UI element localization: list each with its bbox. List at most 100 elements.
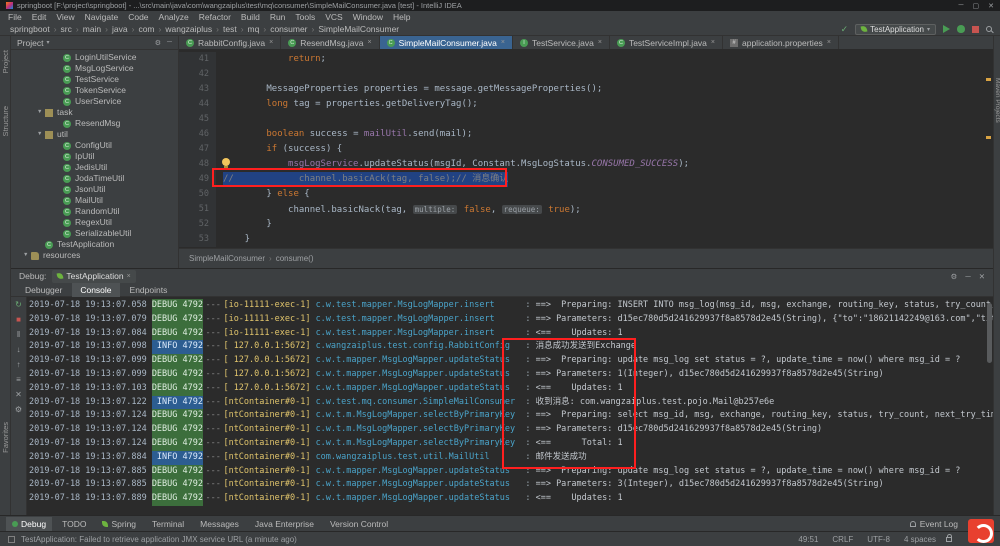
rerun-button[interactable]: ↻ — [15, 301, 22, 309]
project-tree-item[interactable]: SerializableUtil — [11, 228, 178, 239]
code-line[interactable]: 50 } else { — [179, 187, 993, 202]
debug-view-tab[interactable]: Console — [72, 283, 119, 297]
code-line[interactable]: 47 if (success) { — [179, 142, 993, 157]
tool-window-stripe-button[interactable]: Project — [1, 50, 10, 73]
close-tab-icon[interactable]: × — [368, 39, 372, 46]
editor-tab[interactable]: TestServiceImpl.java× — [610, 36, 723, 49]
maximize-button[interactable]: ▢ — [973, 2, 980, 10]
breadcrumb-item[interactable]: src — [50, 24, 72, 34]
menu-item[interactable]: VCS — [325, 12, 342, 22]
close-panel-icon[interactable]: ✕ — [979, 272, 985, 281]
code-line[interactable]: 52 } — [179, 217, 993, 232]
tool-window-button[interactable]: Terminal — [146, 517, 190, 531]
menu-item[interactable]: Build — [241, 12, 260, 22]
project-tree-item[interactable]: RandomUtil — [11, 206, 178, 217]
intention-bulb-icon[interactable] — [222, 158, 230, 166]
project-tree-item[interactable]: task — [11, 107, 178, 118]
tool-window-button[interactable]: Spring — [96, 517, 142, 531]
tool-window-button[interactable]: Debug — [6, 517, 52, 531]
expand-arrow-icon[interactable] — [23, 250, 31, 261]
project-tree-item[interactable]: ResendMsg — [11, 118, 178, 129]
editor-breadcrumb-item[interactable]: SimpleMailConsumer — [189, 254, 265, 263]
breadcrumb-item[interactable]: SimpleMailConsumer — [308, 24, 400, 34]
breadcrumb-item[interactable]: main — [72, 24, 101, 34]
lock-icon[interactable] — [946, 537, 952, 542]
tool-window-button[interactable]: Version Control — [324, 517, 394, 531]
menu-item[interactable]: Navigate — [85, 12, 119, 22]
settings-gear-icon[interactable]: ⚙ — [951, 272, 958, 281]
tool-window-button[interactable]: Java Enterprise — [249, 517, 320, 531]
settings-gear-icon[interactable]: ⚙ — [155, 39, 161, 47]
tool-window-switcher-icon[interactable] — [8, 536, 15, 543]
run-button[interactable] — [943, 25, 950, 33]
editor-breadcrumb-item[interactable]: consume() — [265, 254, 313, 263]
clear-all-button[interactable]: ✕ — [15, 391, 22, 399]
breadcrumb-item[interactable]: java — [101, 24, 127, 34]
run-config-selector[interactable]: TestApplication▾ — [855, 24, 936, 35]
editor-tab[interactable]: TestService.java× — [513, 36, 610, 49]
editor-tab[interactable]: SimpleMailConsumer.java× — [380, 36, 513, 49]
debug-view-tab[interactable]: Endpoints — [122, 283, 176, 297]
menu-item[interactable]: Help — [393, 12, 410, 22]
code-line[interactable]: 45 — [179, 112, 993, 127]
tool-window-button[interactable]: TODO — [56, 517, 92, 531]
stop-button[interactable] — [972, 26, 979, 33]
debug-session-tab[interactable]: TestApplication× — [52, 270, 135, 283]
menu-item[interactable]: View — [56, 12, 74, 22]
editor-tab[interactable]: ResendMsg.java× — [281, 36, 379, 49]
code-line[interactable]: 43 MessageProperties properties = messag… — [179, 82, 993, 97]
menu-item[interactable]: Refactor — [199, 12, 231, 22]
status-widget[interactable]: 49:51 — [798, 535, 818, 544]
close-tab-icon[interactable]: × — [711, 39, 715, 46]
chevron-down-icon[interactable]: ▾ — [46, 39, 49, 46]
project-tree-item[interactable]: MailUtil — [11, 195, 178, 206]
project-tree-item[interactable]: JsonUtil — [11, 184, 178, 195]
event-log-button[interactable]: Event Log — [910, 517, 958, 531]
menu-item[interactable]: Window — [353, 12, 383, 22]
status-widget[interactable]: 4 spaces — [904, 535, 936, 544]
menu-item[interactable]: Code — [128, 12, 148, 22]
soft-wrap-button[interactable]: ≡ — [16, 376, 21, 384]
code-line[interactable]: 46 boolean success = mailUtil.send(mail)… — [179, 127, 993, 142]
code-line[interactable]: 41 return; — [179, 52, 993, 67]
code-line[interactable]: 42 — [179, 67, 993, 82]
scrollbar[interactable] — [987, 303, 992, 363]
close-tab-icon[interactable]: × — [598, 39, 602, 46]
scroll-up-button[interactable]: ↑ — [17, 361, 21, 369]
tool-window-button[interactable]: Messages — [194, 517, 245, 531]
close-tab-icon[interactable]: × — [269, 39, 273, 46]
project-tree-item[interactable]: JodaTimeUtil — [11, 173, 178, 184]
menu-item[interactable]: Run — [270, 12, 286, 22]
settings-gear-icon[interactable]: ⚙ — [15, 406, 22, 414]
project-tree-item[interactable]: JedisUtil — [11, 162, 178, 173]
close-session-icon[interactable]: × — [127, 273, 131, 280]
project-tree-item[interactable]: RegexUtil — [11, 217, 178, 228]
debug-view-tab[interactable]: Debugger — [17, 283, 70, 297]
close-button[interactable]: ✕ — [988, 2, 994, 10]
status-widget[interactable]: CRLF — [832, 535, 853, 544]
project-tree-item[interactable]: resources — [11, 250, 178, 261]
minimize-panel-icon[interactable]: ─ — [965, 272, 970, 281]
breadcrumb-item[interactable]: com — [128, 24, 155, 34]
search-everywhere-icon[interactable] — [986, 26, 992, 32]
code-line[interactable]: 53 } — [179, 232, 993, 247]
hide-panel-icon[interactable]: ─ — [167, 39, 172, 47]
breadcrumb-item[interactable]: mq — [237, 24, 260, 34]
editor-tab[interactable]: RabbitConfig.java× — [179, 36, 281, 49]
code-editor[interactable]: 41 return; 42 43 MessageProperties prope… — [179, 50, 993, 248]
vcs-commit-icon[interactable]: ✓ — [841, 25, 849, 34]
project-tree-item[interactable]: TestService — [11, 74, 178, 85]
project-tree-item[interactable]: LoginUtilService — [11, 52, 178, 63]
scroll-down-button[interactable]: ↓ — [17, 346, 21, 354]
minimize-button[interactable]: ─ — [959, 2, 964, 10]
close-tab-icon[interactable]: × — [501, 39, 505, 46]
project-tree-item[interactable]: TokenService — [11, 85, 178, 96]
tool-window-stripe-button[interactable]: Structure — [1, 106, 10, 136]
status-widget[interactable]: UTF-8 — [867, 535, 890, 544]
project-tree-item[interactable]: MsgLogService — [11, 63, 178, 74]
breadcrumb-item[interactable]: springboot — [10, 24, 50, 34]
breadcrumb-item[interactable]: test — [212, 24, 237, 34]
project-tree-item[interactable]: util — [11, 129, 178, 140]
menu-item[interactable]: File — [8, 12, 22, 22]
tool-window-stripe-button[interactable]: Maven Projects — [994, 78, 1000, 123]
